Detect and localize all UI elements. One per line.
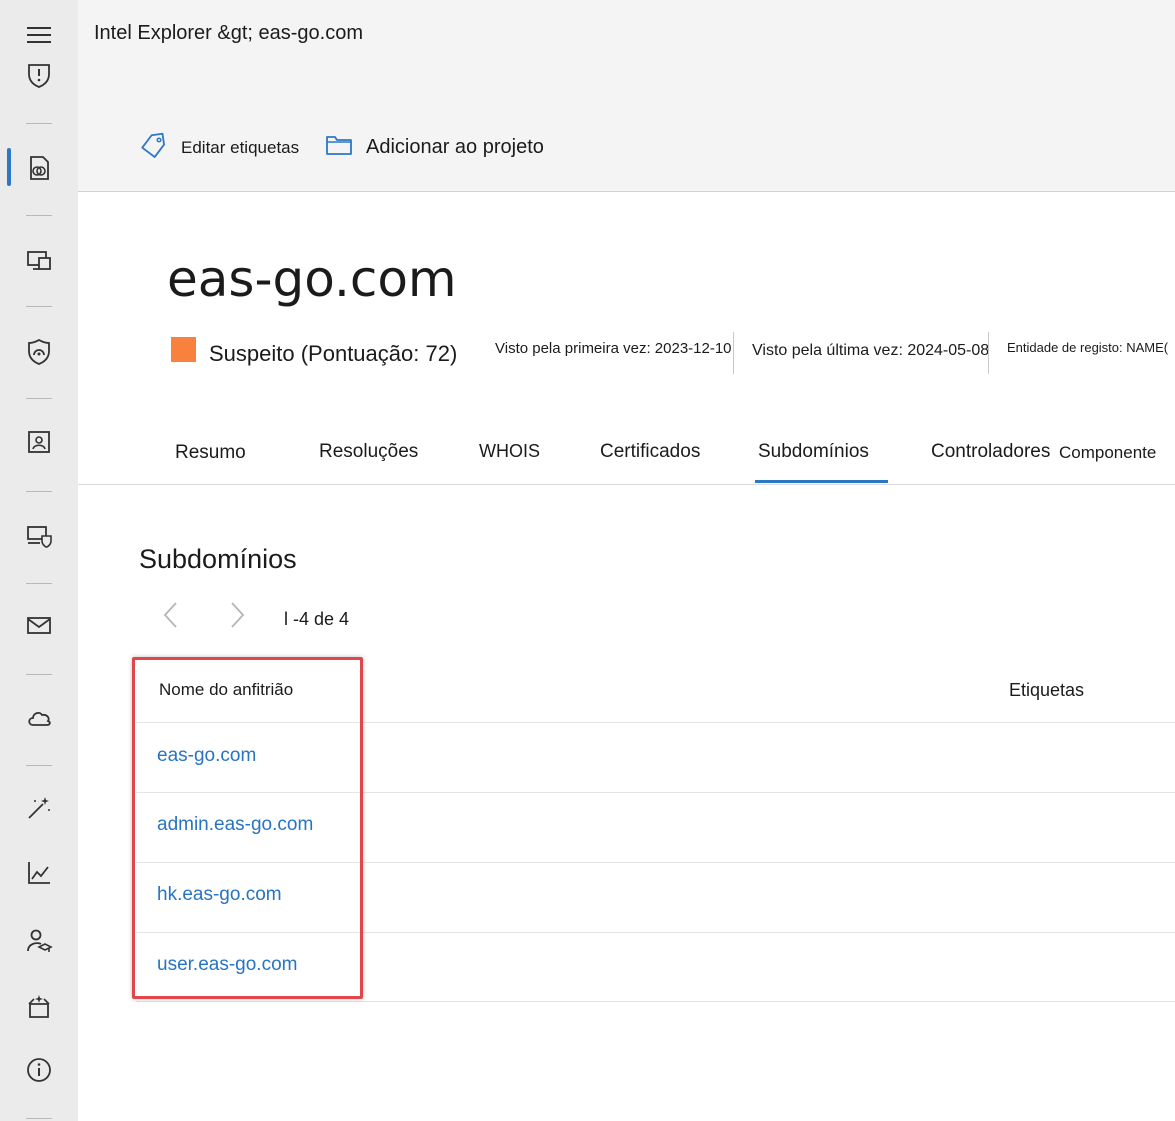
info-icon[interactable]	[24, 1055, 54, 1085]
top-header: Intel Explorer &gt; eas-go.com	[78, 0, 1175, 90]
registrar-text: Entidade de registo: NAME(	[1007, 340, 1169, 355]
left-nav-rail	[0, 0, 78, 1121]
row-divider	[136, 1001, 1175, 1002]
nav-divider	[26, 1118, 52, 1119]
tab-trackers[interactable]: Controladores	[931, 441, 1050, 463]
selected-tab-indicator	[755, 480, 888, 483]
tab-subdomains[interactable]: Subdomínios	[758, 441, 869, 463]
nav-divider	[26, 215, 52, 216]
add-to-project-button[interactable]: Adicionar ao projeto	[324, 132, 544, 163]
tab-components[interactable]: Componente	[1059, 443, 1156, 463]
edit-tags-label: Editar etiquetas	[181, 137, 300, 157]
partner-box-icon[interactable]	[24, 991, 54, 1021]
chevron-left-icon	[163, 602, 177, 628]
reputation-color-indicator	[171, 337, 196, 362]
next-page-button[interactable]	[222, 600, 252, 630]
identity-card-icon[interactable]	[24, 427, 54, 457]
add-to-project-label: Adicionar ao projeto	[366, 136, 544, 158]
nav-divider	[26, 583, 52, 584]
nav-divider	[26, 674, 52, 675]
breadcrumb[interactable]: Intel Explorer &gt; eas-go.com	[94, 22, 363, 45]
chevron-right-icon	[231, 602, 245, 628]
tab-summary[interactable]: Resumo	[175, 442, 246, 464]
section-title: Subdomínios	[139, 544, 297, 574]
meta-divider	[733, 332, 734, 374]
cloud-icon[interactable]	[24, 703, 54, 733]
nav-active-indicator	[7, 148, 11, 186]
tag-icon	[139, 132, 169, 163]
nav-divider	[26, 123, 52, 124]
endpoint-security-icon[interactable]	[24, 521, 54, 551]
meta-divider	[988, 332, 989, 374]
tab-strip: Resumo Resoluções WHOIS Certificados Sub…	[78, 422, 1175, 485]
folder-icon	[324, 132, 354, 163]
pagination-status: l -4 de 4	[284, 609, 350, 629]
hamburger-menu-icon[interactable]	[24, 20, 54, 50]
line-chart-icon[interactable]	[24, 858, 54, 888]
tab-certificates[interactable]: Certificados	[600, 441, 700, 463]
nav-divider	[26, 491, 52, 492]
column-header-tags[interactable]: Etiquetas	[1009, 680, 1084, 701]
learning-user-icon[interactable]	[24, 926, 54, 956]
reputation-label: Suspeito (Pontuação: 72)	[209, 341, 458, 366]
secure-score-icon[interactable]	[24, 337, 54, 367]
last-seen-text: Visto pela última vez: 2024-05-08	[752, 342, 990, 359]
shield-alert-icon[interactable]	[24, 60, 54, 90]
mail-icon[interactable]	[24, 610, 54, 640]
intel-document-icon[interactable]	[24, 153, 54, 183]
magic-wand-icon[interactable]	[24, 793, 54, 823]
tab-whois[interactable]: WHOIS	[479, 441, 540, 462]
edit-tags-button[interactable]: Editar etiquetas	[139, 132, 299, 163]
nav-divider	[26, 765, 52, 766]
first-seen-text: Visto pela primeira vez: 2023-12-10	[495, 340, 732, 357]
nav-divider	[26, 398, 52, 399]
previous-page-button[interactable]	[156, 600, 186, 630]
nav-divider	[26, 306, 52, 307]
devices-icon[interactable]	[24, 246, 54, 276]
highlight-annotation-box	[132, 657, 363, 999]
page-title: eas-go.com	[167, 250, 457, 308]
command-bar: Editar etiquetas Adicionar ao projeto	[78, 90, 1175, 192]
tab-resolutions[interactable]: Resoluções	[319, 441, 418, 463]
